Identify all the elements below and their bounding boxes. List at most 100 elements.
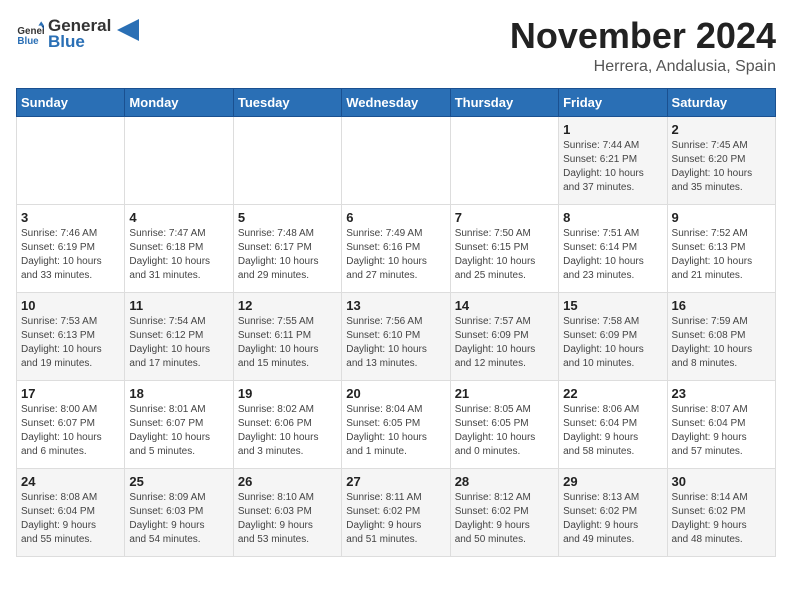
calendar-cell: 14 Sunrise: 7:57 AM Sunset: 6:09 PM Dayli… (450, 292, 558, 380)
day-info: Sunrise: 7:45 AM Sunset: 6:20 PM Dayligh… (672, 139, 771, 195)
day-number: 25 (129, 474, 228, 489)
calendar-cell: 9 Sunrise: 7:52 AM Sunset: 6:13 PM Daylig… (667, 204, 775, 292)
calendar-week-3: 10 Sunrise: 7:53 AM Sunset: 6:13 PM Dayli… (17, 292, 776, 380)
day-info: Sunrise: 8:13 AM Sunset: 6:02 PM Dayligh… (563, 491, 662, 547)
day-info: Sunrise: 7:51 AM Sunset: 6:14 PM Dayligh… (563, 227, 662, 283)
day-number: 3 (21, 210, 120, 225)
calendar-cell: 10 Sunrise: 7:53 AM Sunset: 6:13 PM Dayli… (17, 292, 125, 380)
day-number: 13 (346, 298, 445, 313)
day-info: Sunrise: 8:11 AM Sunset: 6:02 PM Dayligh… (346, 491, 445, 547)
day-info: Sunrise: 8:01 AM Sunset: 6:07 PM Dayligh… (129, 403, 228, 459)
day-number: 6 (346, 210, 445, 225)
day-info: Sunrise: 7:54 AM Sunset: 6:12 PM Dayligh… (129, 315, 228, 371)
day-number: 26 (238, 474, 337, 489)
calendar-week-5: 24Sunrise: 8:08 AM Sunset: 6:04 PM Dayli… (17, 468, 776, 556)
calendar-cell: 15Sunrise: 7:58 AM Sunset: 6:09 PM Dayli… (559, 292, 667, 380)
calendar-cell (342, 116, 450, 204)
day-number: 19 (238, 386, 337, 401)
calendar-cell: 24Sunrise: 8:08 AM Sunset: 6:04 PM Dayli… (17, 468, 125, 556)
day-number: 2 (672, 122, 771, 137)
day-number: 12 (238, 298, 337, 313)
calendar-cell: 29Sunrise: 8:13 AM Sunset: 6:02 PM Dayli… (559, 468, 667, 556)
calendar-cell: 19 Sunrise: 8:02 AM Sunset: 6:06 PM Dayli… (233, 380, 341, 468)
calendar-cell: 2 Sunrise: 7:45 AM Sunset: 6:20 PM Daylig… (667, 116, 775, 204)
day-number: 24 (21, 474, 120, 489)
header-row: SundayMondayTuesdayWednesdayThursdayFrid… (17, 88, 776, 116)
calendar-cell: 28 Sunrise: 8:12 AM Sunset: 6:02 PM Dayli… (450, 468, 558, 556)
day-info: Sunrise: 8:00 AM Sunset: 6:07 PM Dayligh… (21, 403, 120, 459)
calendar-cell: 3 Sunrise: 7:46 AM Sunset: 6:19 PM Daylig… (17, 204, 125, 292)
day-info: Sunrise: 7:59 AM Sunset: 6:08 PM Dayligh… (672, 315, 771, 371)
calendar-cell: 30Sunrise: 8:14 AM Sunset: 6:02 PM Dayli… (667, 468, 775, 556)
calendar-cell: 23Sunrise: 8:07 AM Sunset: 6:04 PM Dayli… (667, 380, 775, 468)
header-day-friday: Friday (559, 88, 667, 116)
day-number: 9 (672, 210, 771, 225)
calendar-cell (233, 116, 341, 204)
day-number: 4 (129, 210, 228, 225)
day-number: 20 (346, 386, 445, 401)
day-info: Sunrise: 8:02 AM Sunset: 6:06 PM Dayligh… (238, 403, 337, 459)
calendar-week-4: 17 Sunrise: 8:00 AM Sunset: 6:07 PM Dayli… (17, 380, 776, 468)
calendar-week-2: 3 Sunrise: 7:46 AM Sunset: 6:19 PM Daylig… (17, 204, 776, 292)
calendar-cell: 22Sunrise: 8:06 AM Sunset: 6:04 PM Dayli… (559, 380, 667, 468)
day-info: Sunrise: 8:09 AM Sunset: 6:03 PM Dayligh… (129, 491, 228, 547)
logo-arrow-icon (117, 19, 139, 41)
day-number: 27 (346, 474, 445, 489)
day-number: 14 (455, 298, 554, 313)
svg-text:Blue: Blue (17, 35, 39, 46)
day-number: 10 (21, 298, 120, 313)
calendar-cell: 27 Sunrise: 8:11 AM Sunset: 6:02 PM Dayli… (342, 468, 450, 556)
day-number: 15 (563, 298, 662, 313)
logo-icon: General Blue (16, 20, 44, 48)
day-number: 17 (21, 386, 120, 401)
day-info: Sunrise: 7:49 AM Sunset: 6:16 PM Dayligh… (346, 227, 445, 283)
day-info: Sunrise: 7:52 AM Sunset: 6:13 PM Dayligh… (672, 227, 771, 283)
day-number: 8 (563, 210, 662, 225)
calendar-cell: 8 Sunrise: 7:51 AM Sunset: 6:14 PM Daylig… (559, 204, 667, 292)
calendar-cell: 17 Sunrise: 8:00 AM Sunset: 6:07 PM Dayli… (17, 380, 125, 468)
header-day-monday: Monday (125, 88, 233, 116)
calendar-cell: 4 Sunrise: 7:47 AM Sunset: 6:18 PM Daylig… (125, 204, 233, 292)
calendar-cell (17, 116, 125, 204)
day-number: 7 (455, 210, 554, 225)
calendar-cell: 6 Sunrise: 7:49 AM Sunset: 6:16 PM Daylig… (342, 204, 450, 292)
day-info: Sunrise: 7:47 AM Sunset: 6:18 PM Dayligh… (129, 227, 228, 283)
day-number: 22 (563, 386, 662, 401)
month-title: November 2024 (510, 16, 776, 56)
calendar-cell: 13Sunrise: 7:56 AM Sunset: 6:10 PM Dayli… (342, 292, 450, 380)
calendar-cell: 11 Sunrise: 7:54 AM Sunset: 6:12 PM Dayli… (125, 292, 233, 380)
header-day-saturday: Saturday (667, 88, 775, 116)
day-info: Sunrise: 8:05 AM Sunset: 6:05 PM Dayligh… (455, 403, 554, 459)
day-info: Sunrise: 7:46 AM Sunset: 6:19 PM Dayligh… (21, 227, 120, 283)
day-number: 11 (129, 298, 228, 313)
calendar-body: 1Sunrise: 7:44 AM Sunset: 6:21 PM Daylig… (17, 116, 776, 556)
calendar-header: SundayMondayTuesdayWednesdayThursdayFrid… (17, 88, 776, 116)
calendar-cell: 26 Sunrise: 8:10 AM Sunset: 6:03 PM Dayli… (233, 468, 341, 556)
day-number: 5 (238, 210, 337, 225)
calendar-cell: 20Sunrise: 8:04 AM Sunset: 6:05 PM Dayli… (342, 380, 450, 468)
calendar-table: SundayMondayTuesdayWednesdayThursdayFrid… (16, 88, 776, 557)
day-info: Sunrise: 8:14 AM Sunset: 6:02 PM Dayligh… (672, 491, 771, 547)
header-day-sunday: Sunday (17, 88, 125, 116)
calendar-cell: 25 Sunrise: 8:09 AM Sunset: 6:03 PM Dayli… (125, 468, 233, 556)
page-header: General Blue General Blue November 2024 … (16, 16, 776, 76)
calendar-cell: 12 Sunrise: 7:55 AM Sunset: 6:11 PM Dayli… (233, 292, 341, 380)
day-info: Sunrise: 8:10 AM Sunset: 6:03 PM Dayligh… (238, 491, 337, 547)
day-info: Sunrise: 7:55 AM Sunset: 6:11 PM Dayligh… (238, 315, 337, 371)
day-info: Sunrise: 8:12 AM Sunset: 6:02 PM Dayligh… (455, 491, 554, 547)
location-subtitle: Herrera, Andalusia, Spain (510, 58, 776, 76)
day-info: Sunrise: 7:50 AM Sunset: 6:15 PM Dayligh… (455, 227, 554, 283)
day-info: Sunrise: 7:57 AM Sunset: 6:09 PM Dayligh… (455, 315, 554, 371)
logo: General Blue General Blue (16, 16, 139, 51)
day-info: Sunrise: 7:53 AM Sunset: 6:13 PM Dayligh… (21, 315, 120, 371)
title-block: November 2024 Herrera, Andalusia, Spain (510, 16, 776, 76)
calendar-cell: 5 Sunrise: 7:48 AM Sunset: 6:17 PM Daylig… (233, 204, 341, 292)
logo-blue-text: Blue (48, 32, 111, 52)
day-info: Sunrise: 7:44 AM Sunset: 6:21 PM Dayligh… (563, 139, 662, 195)
calendar-cell: 18Sunrise: 8:01 AM Sunset: 6:07 PM Dayli… (125, 380, 233, 468)
day-info: Sunrise: 7:48 AM Sunset: 6:17 PM Dayligh… (238, 227, 337, 283)
calendar-cell (450, 116, 558, 204)
calendar-cell (125, 116, 233, 204)
day-number: 28 (455, 474, 554, 489)
calendar-cell: 16Sunrise: 7:59 AM Sunset: 6:08 PM Dayli… (667, 292, 775, 380)
